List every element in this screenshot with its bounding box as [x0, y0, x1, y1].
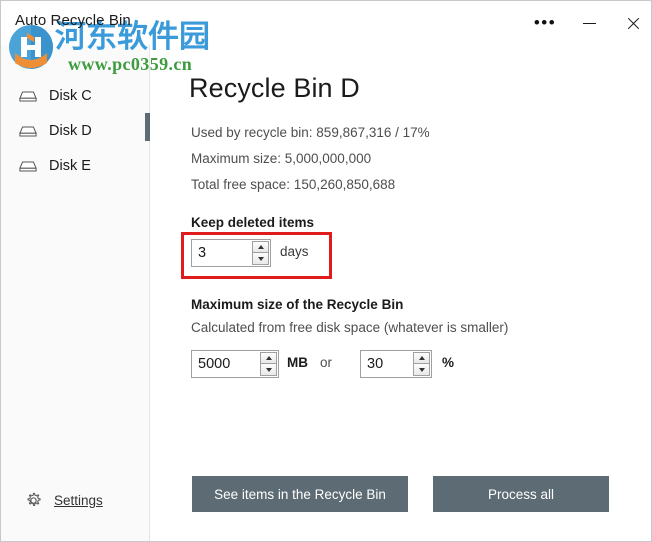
sidebar: Disk C Disk D Disk E Settings: [1, 45, 150, 541]
minimize-button[interactable]: [567, 1, 611, 45]
maximum-size-percent-input[interactable]: [361, 351, 413, 377]
sidebar-item-label: Disk C: [49, 87, 92, 104]
settings-link[interactable]: Settings: [25, 492, 103, 509]
chevron-up-icon: [265, 356, 272, 360]
percent-spinner-buttons: [413, 352, 430, 376]
maximum-size-heading: Maximum size of the Recycle Bin: [191, 297, 404, 312]
chevron-down-icon: [418, 367, 425, 372]
more-options-button[interactable]: •••: [523, 1, 567, 45]
stat-maximum-size: Maximum size: 5,000,000,000: [191, 151, 372, 166]
drive-icon: [19, 125, 37, 136]
title-bar: Auto Recycle Bin •••: [1, 1, 651, 45]
mb-increment-button[interactable]: [260, 352, 277, 364]
app-title: Auto Recycle Bin: [15, 12, 131, 29]
keep-days-input[interactable]: [192, 240, 252, 266]
chevron-down-icon: [265, 367, 272, 372]
mb-spinner-buttons: [260, 352, 277, 376]
drive-icon: [19, 160, 37, 171]
maximum-size-mb-input[interactable]: [192, 351, 260, 377]
sidebar-item-disk-e[interactable]: Disk E: [1, 148, 149, 183]
keep-deleted-items-spinner[interactable]: [191, 239, 271, 267]
sidebar-item-label: Disk D: [49, 122, 92, 139]
keep-days-spinner-buttons: [252, 241, 269, 265]
minimize-icon: [582, 22, 596, 24]
keep-days-increment-button[interactable]: [252, 241, 269, 253]
chevron-up-icon: [257, 245, 264, 249]
percent-increment-button[interactable]: [413, 352, 430, 364]
maximum-size-subtext: Calculated from free disk space (whateve…: [191, 320, 509, 335]
percent-unit-label: %: [442, 355, 455, 370]
process-all-button[interactable]: Process all: [433, 476, 609, 512]
keep-days-decrement-button[interactable]: [252, 253, 269, 265]
see-items-in-recycle-bin-button[interactable]: See items in the Recycle Bin: [192, 476, 408, 512]
mb-decrement-button[interactable]: [260, 364, 277, 376]
or-conjunction-label: or: [320, 355, 333, 370]
sidebar-item-label: Disk E: [49, 157, 91, 174]
mb-unit-label: MB: [287, 355, 308, 370]
close-button[interactable]: [611, 1, 651, 45]
page-title: Recycle Bin D: [189, 73, 360, 103]
sidebar-item-disk-c[interactable]: Disk C: [1, 78, 149, 113]
percent-decrement-button[interactable]: [413, 364, 430, 376]
sidebar-item-disk-d[interactable]: Disk D: [1, 113, 149, 148]
stat-used-by-recycle-bin: Used by recycle bin: 859,867,316 / 17%: [191, 125, 430, 140]
close-icon: [626, 16, 641, 31]
app-window: Auto Recycle Bin ••• 河东软件园 www.pc0359.cn: [0, 0, 652, 542]
drive-icon: [19, 90, 37, 101]
maximum-size-mb-spinner[interactable]: [191, 350, 279, 378]
main-panel: Recycle Bin D Used by recycle bin: 859,8…: [150, 45, 651, 541]
chevron-up-icon: [418, 356, 425, 360]
gear-icon: [27, 492, 41, 506]
ellipsis-icon: •••: [533, 13, 557, 32]
chevron-down-icon: [257, 256, 264, 261]
keep-deleted-items-heading: Keep deleted items: [191, 215, 315, 230]
settings-label: Settings: [54, 493, 103, 508]
stat-total-free-space: Total free space: 150,260,850,688: [191, 177, 396, 192]
keep-days-unit-label: days: [280, 244, 309, 259]
maximum-size-percent-spinner[interactable]: [360, 350, 432, 378]
